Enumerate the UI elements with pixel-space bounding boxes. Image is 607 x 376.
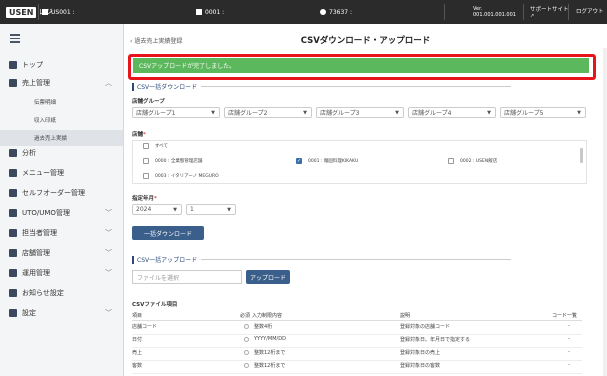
sidebar-item-store[interactable]: 店舗管理 ﹀ (0, 244, 123, 262)
order-icon (9, 189, 17, 197)
store-label: 店舗* (132, 132, 146, 138)
caret-down-icon: ▼ (577, 109, 581, 116)
upload-button[interactable]: アップロード (246, 270, 290, 284)
main-content: ‹ 過去売上実績登録 CSVダウンロード・アップロード CSVアップロードが完了… (124, 24, 607, 376)
scrollbar[interactable] (603, 48, 607, 376)
home-icon (9, 61, 17, 69)
store-group-select-3[interactable]: 店舗グループ3 ▼ (316, 107, 404, 118)
highlight-box (128, 54, 596, 80)
caret-down-icon: ▼ (487, 109, 491, 116)
sales-icon (9, 79, 17, 87)
chevron-down-icon: ﹀ (105, 309, 112, 317)
sidebar-item-top[interactable]: トップ (0, 56, 123, 74)
building-icon (42, 9, 48, 15)
caret-down-icon: ▼ (395, 109, 399, 116)
file-input[interactable]: ファイルを選択 (132, 270, 242, 284)
table-row: 売上 整数12桁まで 登録対象日の売上 - (132, 347, 582, 361)
page-title: CSVダウンロード・アップロード (300, 36, 431, 46)
store-group-select-1[interactable]: 店舗グループ1 ▼ (132, 107, 220, 118)
required-radio (244, 324, 249, 329)
ops-icon (9, 269, 17, 277)
store-checkbox-0001[interactable]: ✓ 0001 : 麺固料理KIKAKU (296, 158, 358, 164)
required-radio (244, 363, 249, 368)
caret-down-icon: ▼ (211, 109, 215, 116)
logout-button[interactable]: ログアウト (576, 0, 604, 24)
caret-down-icon: ▼ (173, 206, 177, 213)
sidebar-sub-stamp[interactable]: 収入印紙 (0, 112, 123, 128)
staff-icon (9, 229, 17, 237)
store-group-select-5[interactable]: 店舗グループ5 ▼ (500, 107, 586, 118)
table-title: CSVファイル項目 (132, 302, 178, 308)
sidebar-item-sales[interactable]: 売上管理 ︿ (0, 74, 123, 92)
scrollbar[interactable] (580, 148, 583, 163)
sidebar-sub-slip[interactable]: 伝票明細 (0, 94, 123, 110)
store-icon (9, 249, 17, 257)
store-checkbox-all[interactable]: すべて (143, 143, 168, 149)
store-checkbox-0000[interactable]: 0000 : 全業態管理店舗 (143, 158, 202, 164)
chevron-down-icon: ﹀ (105, 269, 112, 277)
store-checklist: すべて 0000 : 全業態管理店舗 ✓ 0001 : 麺固料理KIKAKU 00… (132, 140, 587, 184)
store-group-label: 店舗グループ (132, 99, 165, 105)
uto-icon (9, 209, 17, 217)
check-icon: ✓ (296, 158, 302, 164)
store-group-select-4[interactable]: 店舗グループ4 ▼ (408, 107, 496, 118)
sidebar-item-staff[interactable]: 担当者管理 ﹀ (0, 224, 123, 242)
version-info: Ver. 001.001.001.001 (473, 6, 516, 18)
sidebar-item-settings[interactable]: 設定 ﹀ (0, 304, 123, 322)
required-radio (244, 337, 249, 342)
year-select[interactable]: 2024 ▼ (132, 204, 182, 215)
store-icon (196, 9, 202, 15)
table-header: 項目 必須 入力制限内容 説明 コード一覧 (132, 310, 582, 321)
table-row: 客数 整数12桁まで 登録対象日の客数 - (132, 360, 582, 374)
support-link[interactable]: サポートサイト ↗ (530, 0, 569, 24)
period-label: 指定年月* (132, 196, 157, 202)
store-info: 0001 : (196, 0, 224, 24)
gear-icon (9, 309, 17, 317)
month-select[interactable]: 1 ▼ (186, 204, 236, 215)
store-group-select-2[interactable]: 店舗グループ2 ▼ (224, 107, 312, 118)
account-info: US001 : (42, 0, 75, 24)
table-row: 日付 YYYY/MM/DD 登録対象日。年月日で指定する - (132, 334, 582, 348)
sidebar-item-ops[interactable]: 運用管理 ﹀ (0, 264, 123, 282)
brand-logo: USEN (6, 6, 37, 18)
chevron-down-icon: ﹀ (105, 249, 112, 257)
upload-section-header: CSV一括アップロード (132, 255, 512, 264)
top-bar: USEN レジ US001 : 0001 : 73637 : Ver. 001.… (0, 0, 607, 24)
chart-icon (9, 149, 17, 157)
sidebar-item-notice[interactable]: お知らせ設定 (0, 284, 123, 302)
chevron-down-icon: ﹀ (105, 209, 112, 217)
caret-down-icon: ▼ (227, 206, 231, 213)
sidebar-item-self-order[interactable]: セルフオーダー管理 (0, 184, 123, 202)
table-row: 店舗コード 整数4桁 登録対象の店舗コード - (132, 321, 582, 335)
bell-icon (9, 289, 17, 297)
download-section-header: CSV一括ダウンロード (132, 82, 512, 91)
chevron-up-icon: ︿ (105, 79, 112, 87)
external-link-icon: ↗ (530, 13, 535, 19)
store-checkbox-0002[interactable]: 0002 : USEN飯店 (448, 158, 497, 164)
chevron-down-icon: ﹀ (105, 229, 112, 237)
bulk-download-button[interactable]: 一括ダウンロード (132, 226, 204, 240)
user-info: 73637 : (320, 0, 352, 24)
menu-icon (9, 169, 17, 177)
menu-toggle-icon[interactable] (10, 34, 20, 43)
caret-down-icon: ▼ (303, 109, 307, 116)
sidebar-item-menu[interactable]: メニュー管理 (0, 164, 123, 182)
sidebar-item-uto[interactable]: UTO/UMO管理 ﹀ (0, 204, 123, 222)
store-checkbox-0003[interactable]: 0003 : イタリアーノ MEGURO (143, 173, 219, 179)
sidebar-item-analysis[interactable]: 分析 (0, 144, 123, 162)
required-radio (244, 350, 249, 355)
sidebar: トップ 売上管理 ︿ 伝票明細 収入印紙 過去売上実績 分析 メニュー管理 セル… (0, 24, 124, 376)
user-icon (320, 9, 326, 15)
